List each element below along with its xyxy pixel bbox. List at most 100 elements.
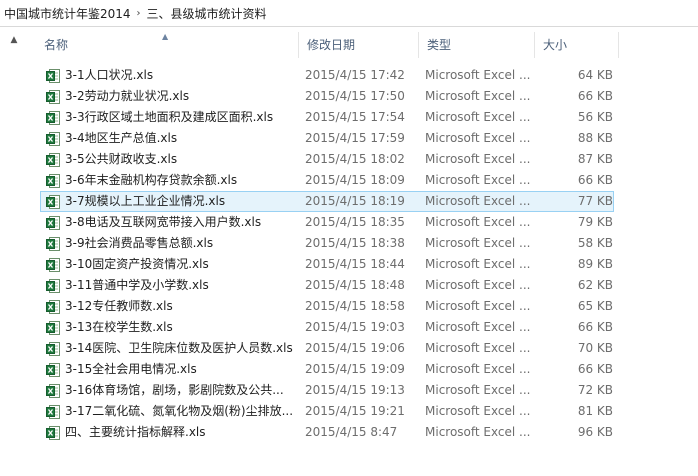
file-size: 70 KB xyxy=(577,341,613,355)
file-size: 96 KB xyxy=(577,425,613,439)
file-row[interactable]: 3-3行政区域土地面积及建成区面积.xls 2015/4/15 17:54 Micr… xyxy=(40,107,614,128)
column-header-spacer xyxy=(618,32,698,58)
file-modified-date: 2015/4/15 19:06 xyxy=(305,341,405,355)
excel-file-icon xyxy=(46,69,60,83)
file-name: 3-3行政区域土地面积及建成区面积.xls xyxy=(65,110,274,124)
file-size: 81 KB xyxy=(577,404,613,418)
column-header-type[interactable]: 类型 xyxy=(418,32,534,58)
file-modified-date: 2015/4/15 19:21 xyxy=(305,404,405,418)
file-type: Microsoft Excel ... xyxy=(425,236,531,250)
excel-file-icon xyxy=(46,342,60,356)
file-size: 65 KB xyxy=(577,299,613,313)
file-size: 79 KB xyxy=(577,215,613,229)
column-header-date[interactable]: 修改日期 xyxy=(298,32,418,58)
file-name: 3-17二氧化硫、氮氧化物及烟(粉)尘排放... xyxy=(65,404,294,418)
file-type: Microsoft Excel ... xyxy=(425,425,531,439)
file-row[interactable]: 3-12专任教师数.xls 2015/4/15 18:58 Microsoft Ex… xyxy=(40,296,614,317)
file-size: 77 KB xyxy=(577,194,613,208)
file-row[interactable]: 3-7规模以上工业企业情况.xls 2015/4/15 18:19 Microsof… xyxy=(40,191,614,212)
file-type: Microsoft Excel ... xyxy=(425,89,531,103)
file-modified-date: 2015/4/15 17:42 xyxy=(305,68,405,82)
file-explorer-window: 中国城市统计年鉴2014 › 三、县级城市统计资料 ▲ 名称 ▲ 修改日期 类型… xyxy=(0,0,698,476)
file-row[interactable]: 3-17二氧化硫、氮氧化物及烟(粉)尘排放... 2015/4/15 19:21 M… xyxy=(40,401,614,422)
file-row[interactable]: 3-8电话及互联网宽带接入用户数.xls 2015/4/15 18:35 Micro… xyxy=(40,212,614,233)
excel-file-icon xyxy=(46,174,60,188)
column-header-name-label: 名称 xyxy=(44,38,69,52)
excel-file-icon xyxy=(46,237,60,251)
file-size: 89 KB xyxy=(577,257,613,271)
file-type: Microsoft Excel ... xyxy=(425,341,531,355)
file-name: 四、主要统计指标解释.xls xyxy=(65,425,206,439)
file-row[interactable]: 3-11普通中学及小学数.xls 2015/4/15 18:48 Microsoft… xyxy=(40,275,614,296)
file-row[interactable]: 3-15全社会用电情况.xls 2015/4/15 19:09 Microsoft … xyxy=(40,359,614,380)
excel-file-icon xyxy=(46,384,60,398)
breadcrumb-separator-icon[interactable]: › xyxy=(131,8,147,19)
file-row[interactable]: 四、主要统计指标解释.xls 2015/4/15 8:47 Microsoft Ex… xyxy=(40,422,614,443)
file-name: 3-15全社会用电情况.xls xyxy=(65,362,197,376)
file-type: Microsoft Excel ... xyxy=(425,383,531,397)
file-size: 72 KB xyxy=(577,383,613,397)
file-modified-date: 2015/4/15 19:03 xyxy=(305,320,405,334)
excel-file-icon xyxy=(46,363,60,377)
excel-file-icon xyxy=(46,195,60,209)
file-modified-date: 2015/4/15 18:02 xyxy=(305,152,405,166)
chevron-up-icon[interactable]: ▲ xyxy=(8,34,20,46)
file-modified-date: 2015/4/15 17:54 xyxy=(305,110,405,124)
excel-file-icon xyxy=(46,279,60,293)
file-modified-date: 2015/4/15 18:48 xyxy=(305,278,405,292)
file-name: 3-9社会消费品零售总额.xls xyxy=(65,236,214,250)
file-modified-date: 2015/4/15 18:38 xyxy=(305,236,405,250)
file-size: 66 KB xyxy=(577,320,613,334)
column-header-size[interactable]: 大小 xyxy=(534,32,618,58)
excel-file-icon xyxy=(46,426,60,440)
file-type: Microsoft Excel ... xyxy=(425,362,531,376)
file-type: Microsoft Excel ... xyxy=(425,320,531,334)
file-name: 3-11普通中学及小学数.xls xyxy=(65,278,209,292)
file-modified-date: 2015/4/15 18:35 xyxy=(305,215,405,229)
file-name: 3-8电话及互联网宽带接入用户数.xls xyxy=(65,215,262,229)
file-modified-date: 2015/4/15 19:13 xyxy=(305,383,405,397)
file-type: Microsoft Excel ... xyxy=(425,131,531,145)
file-row[interactable]: 3-5公共财政收支.xls 2015/4/15 18:02 Microsoft Ex… xyxy=(40,149,614,170)
file-row[interactable]: 3-16体育场馆，剧场，影剧院数及公共... 2015/4/15 19:13 Mic… xyxy=(40,380,614,401)
file-row[interactable]: 3-13在校学生数.xls 2015/4/15 19:03 Microsoft Ex… xyxy=(40,317,614,338)
file-size: 64 KB xyxy=(577,68,613,82)
file-name: 3-12专任教师数.xls xyxy=(65,299,173,313)
file-size: 87 KB xyxy=(577,152,613,166)
file-row[interactable]: 3-14医院、卫生院床位数及医护人员数.xls 2015/4/15 19:06 Mi… xyxy=(40,338,614,359)
file-row[interactable]: 3-4地区生产总值.xls 2015/4/15 17:59 Microsoft Ex… xyxy=(40,128,614,149)
file-modified-date: 2015/4/15 18:58 xyxy=(305,299,405,313)
file-modified-date: 2015/4/15 17:50 xyxy=(305,89,405,103)
file-row[interactable]: 3-10固定资产投资情况.xls 2015/4/15 18:44 Microsoft… xyxy=(40,254,614,275)
excel-file-icon xyxy=(46,90,60,104)
column-header-name[interactable]: 名称 ▲ xyxy=(36,32,298,58)
file-row[interactable]: 3-9社会消费品零售总额.xls 2015/4/15 18:38 Microsoft… xyxy=(40,233,614,254)
file-type: Microsoft Excel ... xyxy=(425,215,531,229)
sort-ascending-icon: ▲ xyxy=(162,32,169,41)
excel-file-icon xyxy=(46,153,60,167)
excel-file-icon xyxy=(46,300,60,314)
file-row[interactable]: 3-1人口状况.xls 2015/4/15 17:42 Microsoft Exce… xyxy=(40,65,614,86)
excel-file-icon xyxy=(46,216,60,230)
file-modified-date: 2015/4/15 19:09 xyxy=(305,362,405,376)
file-name: 3-5公共财政收支.xls xyxy=(65,152,178,166)
file-type: Microsoft Excel ... xyxy=(425,194,531,208)
excel-file-icon xyxy=(46,258,60,272)
file-size: 88 KB xyxy=(577,131,613,145)
file-row[interactable]: 3-6年末金融机构存贷款余额.xls 2015/4/15 18:09 Microso… xyxy=(40,170,614,191)
file-modified-date: 2015/4/15 18:09 xyxy=(305,173,405,187)
file-list: 3-1人口状况.xls 2015/4/15 17:42 Microsoft Exce… xyxy=(40,65,620,443)
file-type: Microsoft Excel ... xyxy=(425,257,531,271)
file-name: 3-10固定资产投资情况.xls xyxy=(65,257,209,271)
file-type: Microsoft Excel ... xyxy=(425,278,531,292)
file-row[interactable]: 3-2劳动力就业状况.xls 2015/4/15 17:50 Microsoft E… xyxy=(40,86,614,107)
file-modified-date: 2015/4/15 18:19 xyxy=(305,194,405,208)
navigation-pane-edge: ▲ xyxy=(0,27,28,476)
breadcrumb-item-current[interactable]: 三、县级城市统计资料 xyxy=(147,5,267,22)
breadcrumb-item-root[interactable]: 中国城市统计年鉴2014 xyxy=(4,5,131,22)
file-modified-date: 2015/4/15 8:47 xyxy=(305,425,398,439)
file-type: Microsoft Excel ... xyxy=(425,68,531,82)
file-name: 3-4地区生产总值.xls xyxy=(65,131,178,145)
excel-file-icon xyxy=(46,132,60,146)
breadcrumb[interactable]: 中国城市统计年鉴2014 › 三、县级城市统计资料 xyxy=(0,0,698,27)
